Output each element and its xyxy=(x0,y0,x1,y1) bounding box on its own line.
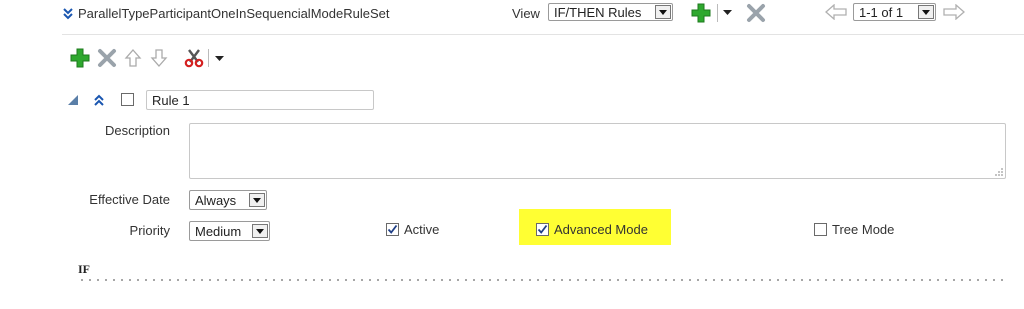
add-rule-icon[interactable] xyxy=(691,3,711,23)
rule-select-checkbox[interactable] xyxy=(121,93,134,106)
view-select[interactable]: IF/THEN Rules xyxy=(548,3,673,21)
priority-label: Priority xyxy=(129,223,170,238)
description-textarea[interactable] xyxy=(189,123,1006,179)
next-page-icon[interactable] xyxy=(943,4,965,20)
add-menu-dropdown-icon[interactable] xyxy=(723,10,732,15)
checkmark-icon xyxy=(537,224,548,234)
header-divider xyxy=(62,34,1024,35)
resize-grip-icon[interactable] xyxy=(993,166,1003,176)
toolbar-divider xyxy=(208,49,209,67)
description-label: Description xyxy=(104,123,170,138)
previous-page-icon[interactable] xyxy=(825,4,847,20)
if-section-label: IF xyxy=(78,262,90,276)
rule-name-input[interactable]: Rule 1 xyxy=(146,90,374,110)
cut-icon[interactable] xyxy=(183,48,205,68)
tree-mode-label: Tree Mode xyxy=(832,222,895,237)
priority-value: Medium xyxy=(195,223,242,239)
advanced-mode-checkbox[interactable] xyxy=(536,223,549,236)
advanced-mode-label: Advanced Mode xyxy=(554,222,648,237)
dropdown-arrow-icon xyxy=(249,193,265,207)
collapse-chevron-icon[interactable] xyxy=(62,6,74,20)
if-section-divider xyxy=(78,279,1008,281)
active-checkbox[interactable] xyxy=(386,223,399,236)
page-select-value: 1-1 of 1 xyxy=(859,4,904,20)
page-select[interactable]: 1-1 of 1 xyxy=(853,3,936,21)
priority-select[interactable]: Medium xyxy=(189,221,270,241)
effective-date-label: Effective Date xyxy=(89,192,170,207)
view-select-value: IF/THEN Rules xyxy=(554,4,642,20)
expand-triangle-icon[interactable] xyxy=(67,94,79,106)
delete-rule-icon[interactable] xyxy=(746,3,766,23)
tree-mode-checkbox[interactable] xyxy=(814,223,827,236)
dropdown-arrow-icon xyxy=(918,5,934,19)
dropdown-arrow-icon xyxy=(655,5,671,19)
move-down-icon[interactable] xyxy=(150,48,168,68)
checkmark-icon xyxy=(387,224,398,234)
delete-icon[interactable] xyxy=(97,48,117,68)
ruleset-title: ParallelTypeParticipantOneInSequencialMo… xyxy=(78,6,390,21)
collapse-rule-chevron-icon[interactable] xyxy=(93,94,105,106)
dropdown-arrow-icon xyxy=(252,224,268,238)
add-icon[interactable] xyxy=(70,48,90,68)
more-actions-dropdown-icon[interactable] xyxy=(215,56,224,61)
effective-date-value: Always xyxy=(195,192,237,208)
effective-date-select[interactable]: Always xyxy=(189,190,267,210)
move-up-icon[interactable] xyxy=(124,48,142,68)
active-label: Active xyxy=(404,222,440,237)
toolbar-divider xyxy=(717,4,718,22)
view-label: View xyxy=(512,6,540,21)
